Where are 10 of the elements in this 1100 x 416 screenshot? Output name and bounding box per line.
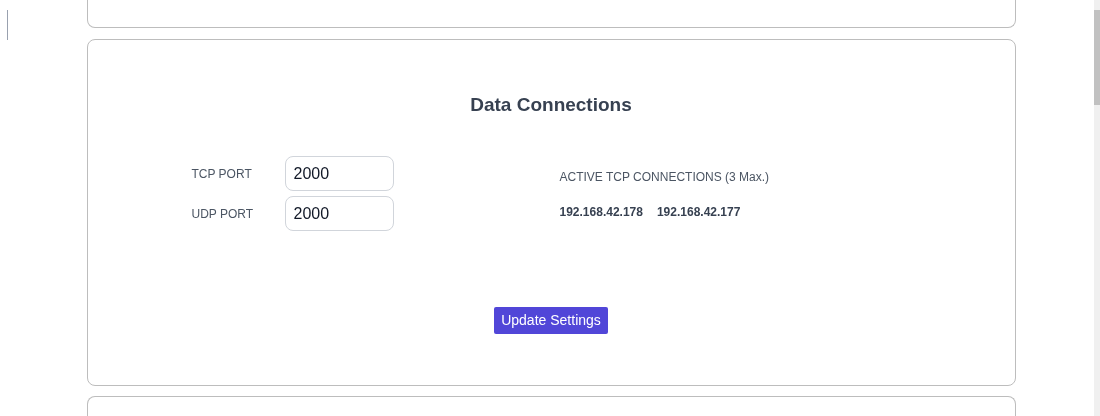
port-label: TCP PORT bbox=[191, 165, 253, 183]
connections-heading: ACTIVE TCP CONNECTIONS (3 Max.) bbox=[559, 169, 770, 187]
port-input[interactable]: 2000 bbox=[284, 196, 394, 232]
port-label: UDP PORT bbox=[191, 205, 255, 223]
port-input[interactable]: 2000 bbox=[284, 156, 394, 192]
ip-address: 192.168.42.177 bbox=[656, 204, 741, 222]
scrollbar[interactable] bbox=[1094, 0, 1100, 416]
ip-address: 192.168.42.178 bbox=[559, 204, 643, 222]
section-title: Data Connections bbox=[470, 92, 632, 117]
update-settings-button[interactable]: Update Settings bbox=[494, 307, 608, 335]
